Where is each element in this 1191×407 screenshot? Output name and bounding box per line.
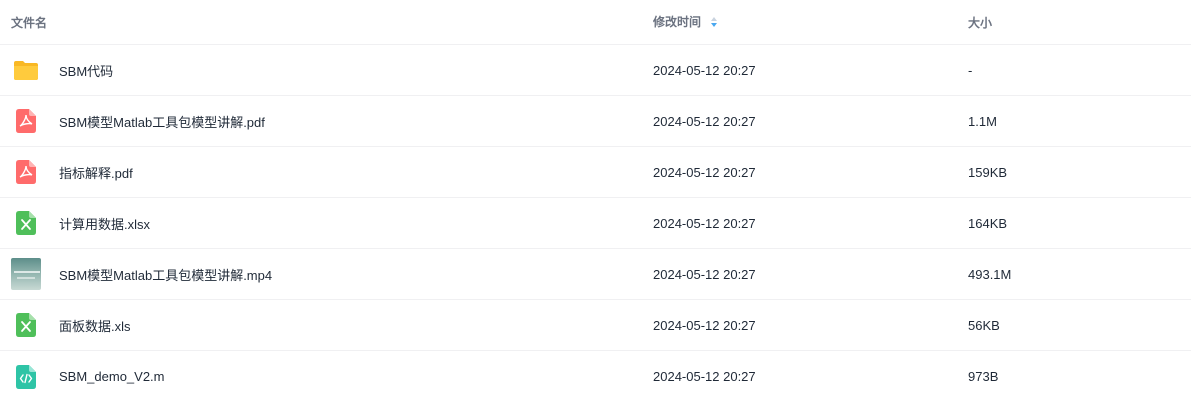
- column-header-name-label: 文件名: [11, 15, 48, 30]
- file-row[interactable]: 指标解释.pdf 2024-05-12 20:27 159KB: [0, 147, 1191, 198]
- folder-icon: [11, 55, 41, 85]
- file-name[interactable]: SBM代码: [59, 61, 113, 80]
- file-size: 164KB: [968, 215, 1008, 231]
- file-modified: 2024-05-12 20:27: [653, 266, 756, 282]
- column-header-size-label: 大小: [968, 15, 993, 30]
- file-name-cell: SBM代码: [0, 55, 653, 85]
- file-size: 973B: [968, 369, 999, 384]
- column-header-size[interactable]: 大小: [968, 14, 1191, 31]
- file-name-cell: SBM模型Matlab工具包模型讲解.mp4: [0, 258, 653, 290]
- file-row[interactable]: SBM代码 2024-05-12 20:27 -: [0, 45, 1191, 96]
- file-list-header: 文件名 修改时间 大小: [0, 0, 1191, 45]
- file-row[interactable]: 面板数据.xls 2024-05-12 20:27 56KB: [0, 300, 1191, 351]
- file-modified: 2024-05-12 20:27: [653, 369, 756, 384]
- file-size: 159KB: [968, 164, 1008, 180]
- file-list: 文件名 修改时间 大小 SBM代码 2024-05-12 20:27 - SBM…: [0, 0, 1191, 402]
- file-name[interactable]: 指标解释.pdf: [59, 163, 133, 182]
- file-row[interactable]: 计算用数据.xlsx 2024-05-12 20:27 164KB: [0, 198, 1191, 249]
- column-header-modified[interactable]: 修改时间: [653, 13, 968, 30]
- file-name-cell: SBM_demo_V2.m: [0, 362, 653, 392]
- file-name[interactable]: SBM模型Matlab工具包模型讲解.pdf: [59, 112, 265, 131]
- file-size: 1.1M: [968, 113, 997, 129]
- file-modified: 2024-05-12 20:27: [653, 164, 756, 180]
- file-name[interactable]: SBM_demo_V2.m: [59, 369, 165, 384]
- code-icon: [11, 362, 41, 392]
- file-row[interactable]: SBM模型Matlab工具包模型讲解.mp4 2024-05-12 20:27 …: [0, 249, 1191, 300]
- file-size: -: [968, 62, 973, 78]
- file-name[interactable]: SBM模型Matlab工具包模型讲解.mp4: [59, 265, 272, 284]
- file-modified: 2024-05-12 20:27: [653, 215, 756, 231]
- file-name-cell: SBM模型Matlab工具包模型讲解.pdf: [0, 106, 653, 136]
- sort-icon[interactable]: [710, 16, 718, 31]
- file-modified: 2024-05-12 20:27: [653, 317, 756, 333]
- column-header-name[interactable]: 文件名: [0, 14, 653, 31]
- file-name[interactable]: 面板数据.xls: [59, 316, 131, 335]
- video-thumbnail: [11, 258, 41, 290]
- file-name-cell: 面板数据.xls: [0, 310, 653, 340]
- file-modified: 2024-05-12 20:27: [653, 113, 756, 129]
- file-size: 56KB: [968, 317, 1000, 333]
- pdf-icon: [11, 157, 41, 187]
- file-row[interactable]: SBM_demo_V2.m 2024-05-12 20:27 973B: [0, 351, 1191, 402]
- excel-icon: [11, 208, 41, 238]
- pdf-icon: [11, 106, 41, 136]
- file-name-cell: 指标解释.pdf: [0, 157, 653, 187]
- file-name-cell: 计算用数据.xlsx: [0, 208, 653, 238]
- excel-icon: [11, 310, 41, 340]
- column-header-modified-label: 修改时间: [653, 15, 702, 30]
- file-name[interactable]: 计算用数据.xlsx: [59, 214, 150, 233]
- video-thumbnail-image: [11, 258, 41, 290]
- file-size: 493.1M: [968, 266, 1012, 282]
- file-modified: 2024-05-12 20:27: [653, 62, 756, 78]
- file-row[interactable]: SBM模型Matlab工具包模型讲解.pdf 2024-05-12 20:27 …: [0, 96, 1191, 147]
